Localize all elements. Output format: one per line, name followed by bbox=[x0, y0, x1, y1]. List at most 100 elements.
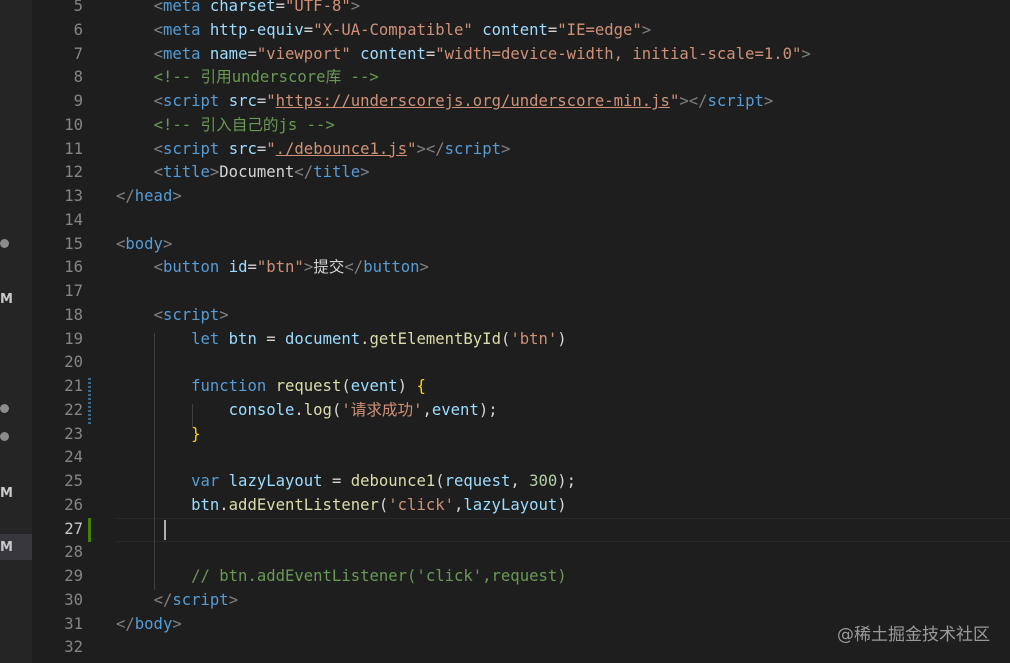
code-text: <body> bbox=[116, 233, 172, 257]
code-token: > bbox=[303, 258, 314, 277]
code-token: ( bbox=[378, 495, 389, 514]
code-token: < bbox=[153, 20, 163, 39]
code-line[interactable]: 5 <meta charset="UTF-8"> bbox=[32, 0, 1010, 19]
modified-dot-icon bbox=[0, 432, 9, 441]
code-line[interactable]: 13 </head> bbox=[32, 185, 1010, 209]
code-token: ); bbox=[557, 472, 577, 490]
code-text: } bbox=[116, 423, 201, 447]
code-line[interactable]: 25 var lazyLayout = debounce1(request, 3… bbox=[32, 470, 1010, 494]
code-token: . bbox=[294, 400, 304, 419]
code-line[interactable]: 7 <meta name="viewport" content="width=d… bbox=[32, 43, 1010, 67]
line-number: 14 bbox=[64, 210, 83, 229]
code-text: // btn.addEventListener('click',request) bbox=[116, 565, 567, 589]
line-number: 23 bbox=[64, 424, 83, 443]
code-token: > bbox=[416, 139, 426, 158]
code-token: > bbox=[228, 590, 239, 609]
code-token: lazyLayout bbox=[463, 495, 558, 514]
line-number: 12 bbox=[64, 163, 83, 182]
code-token: function bbox=[191, 377, 267, 395]
line-number: 9 bbox=[73, 92, 83, 110]
code-line[interactable]: 6 <meta http-equiv="X-UA-Compatible" con… bbox=[32, 19, 1010, 43]
code-line[interactable]: 26 btn.addEventListener('click',lazyLayo… bbox=[32, 494, 1010, 518]
code-line[interactable]: 16 <button id="btn">提交</button> bbox=[32, 256, 1010, 280]
code-token: charset bbox=[209, 0, 276, 15]
code-line[interactable]: 18 <script> bbox=[32, 304, 1010, 328]
code-token: src bbox=[228, 139, 257, 158]
code-line[interactable]: 20 bbox=[32, 351, 1010, 375]
code-token: event bbox=[350, 377, 398, 395]
code-line[interactable]: 21 function request(event) { bbox=[32, 375, 1010, 399]
code-token: meta bbox=[162, 0, 201, 15]
code-line[interactable]: 15 <body> bbox=[32, 233, 1010, 257]
watermark: @稀土掘金技术社区 bbox=[837, 625, 990, 645]
code-token: > bbox=[219, 305, 229, 324]
code-line[interactable]: 29 // btn.addEventListener('click',reque… bbox=[32, 565, 1010, 589]
code-token: title bbox=[313, 163, 361, 182]
code-line[interactable]: 12 <title>Document</title> bbox=[32, 161, 1010, 185]
code-token: > bbox=[500, 139, 511, 158]
code-token: < bbox=[153, 44, 163, 63]
code-token: body bbox=[125, 234, 163, 253]
line-number: 5 bbox=[73, 0, 83, 15]
code-line[interactable]: 9 <script src="https://underscorejs.org/… bbox=[32, 90, 1010, 114]
code-editor[interactable]: 5 <meta charset="UTF-8"> 6 <meta http-equ… bbox=[32, 0, 1010, 663]
code-text: let btn = document.getElementById('btn') bbox=[116, 328, 567, 352]
code-line[interactable]: 27 bbox=[32, 518, 1010, 542]
code-text: </head> bbox=[116, 185, 182, 209]
code-token: </ bbox=[116, 614, 135, 633]
code-token: . bbox=[219, 495, 229, 514]
line-number: 25 bbox=[64, 472, 83, 490]
code-token: , bbox=[510, 472, 530, 490]
code-line[interactable]: 24 bbox=[32, 446, 1010, 470]
code-token: name bbox=[209, 44, 248, 63]
code-token: " bbox=[266, 139, 276, 158]
code-token: content bbox=[482, 20, 548, 39]
code-token: } bbox=[191, 424, 201, 443]
code-token: head bbox=[134, 187, 173, 205]
code-token: = bbox=[256, 139, 267, 158]
code-line[interactable]: 30 </script> bbox=[32, 589, 1010, 613]
code-line[interactable]: 28 bbox=[32, 541, 1010, 565]
code-token: Document bbox=[219, 163, 295, 182]
code-line[interactable]: 14 bbox=[32, 209, 1010, 233]
code-line[interactable]: 23 } bbox=[32, 423, 1010, 447]
code-token: event bbox=[431, 400, 479, 419]
code-line[interactable]: 19 let btn = document.getElementById('bt… bbox=[32, 328, 1010, 352]
code-line[interactable]: 17 bbox=[32, 280, 1010, 304]
code-token: = bbox=[247, 44, 257, 63]
code-token: < bbox=[153, 139, 163, 158]
code-token: ) bbox=[557, 329, 567, 348]
code-token: = bbox=[303, 20, 314, 39]
code-token: </ bbox=[294, 163, 314, 182]
code-token: ( bbox=[331, 400, 342, 419]
code-text: <script src="./debounce1.js"></script> bbox=[116, 138, 511, 162]
code-token: 提交 bbox=[313, 258, 345, 277]
code-token: <!-- 引入自己的js --> bbox=[153, 115, 335, 134]
code-token: meta bbox=[162, 44, 201, 63]
line-number: 18 bbox=[64, 305, 83, 324]
code-line[interactable]: 8 <!-- 引用underscore库 --> bbox=[32, 66, 1010, 90]
code-token: ) bbox=[557, 495, 567, 514]
code-token: button bbox=[363, 258, 420, 277]
code-line[interactable]: 22 console.log('请求成功',event); bbox=[32, 399, 1010, 423]
code-token: > bbox=[419, 258, 429, 277]
code-line[interactable]: 10 <!-- 引入自己的js --> bbox=[32, 114, 1010, 138]
code-token: lazyLayout bbox=[228, 472, 323, 490]
code-token: > bbox=[172, 187, 182, 205]
code-line[interactable]: 11 <script src="./debounce1.js"></script… bbox=[32, 138, 1010, 162]
code-token: "width=device-width, initial-scale=1.0" bbox=[435, 44, 802, 63]
code-token: meta bbox=[162, 20, 201, 39]
code-token: 'click' bbox=[388, 495, 454, 514]
code-token: https://underscorejs.org/underscore-min.… bbox=[275, 92, 670, 110]
